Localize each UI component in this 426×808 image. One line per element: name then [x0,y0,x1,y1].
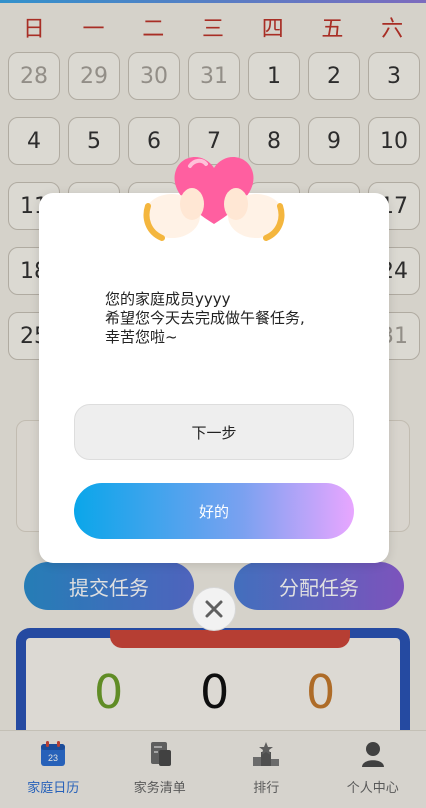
close-dialog-button[interactable] [192,587,236,631]
dialog-message: 您的家庭成员yyyy 希望您今天去完成做午餐任务, 幸苦您啦~ [105,290,375,347]
heart-hands-illustration [142,146,286,246]
task-reminder-dialog: 您的家庭成员yyyy 希望您今天去完成做午餐任务, 幸苦您啦~ 下一步 好的 [39,193,389,563]
close-icon [205,600,223,618]
dialog-message-line: 幸苦您啦~ [105,328,178,346]
ok-button[interactable]: 好的 [74,483,354,539]
dialog-message-line: 希望您今天去完成做午餐任务, [105,309,305,327]
next-step-button[interactable]: 下一步 [74,404,354,460]
dialog-message-line: 您的家庭成员yyyy [105,290,231,308]
